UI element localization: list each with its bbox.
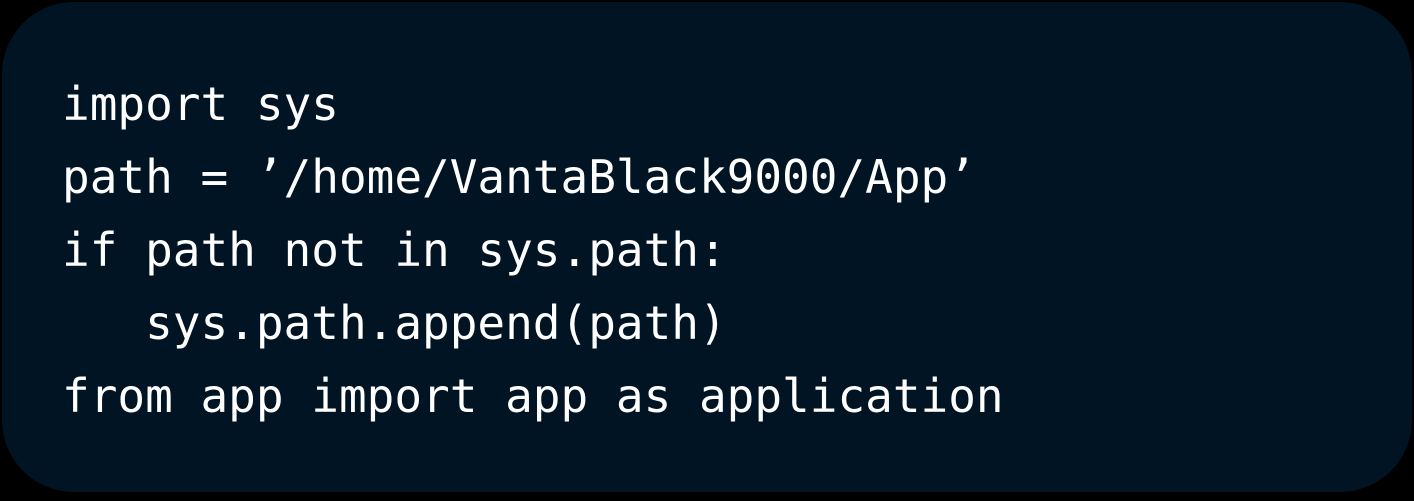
- code-line: if path not in sys.path:: [62, 223, 727, 277]
- code-snippet-card: import sys path = ’/home/VantaBlack9000/…: [2, 2, 1412, 492]
- code-line: sys.path.append(path): [62, 296, 727, 350]
- code-line: from app import app as application: [62, 369, 1004, 423]
- code-line: path = ’/home/VantaBlack9000/App’: [62, 150, 976, 204]
- code-block: import sys path = ’/home/VantaBlack9000/…: [62, 68, 1004, 433]
- code-line: import sys: [62, 77, 339, 131]
